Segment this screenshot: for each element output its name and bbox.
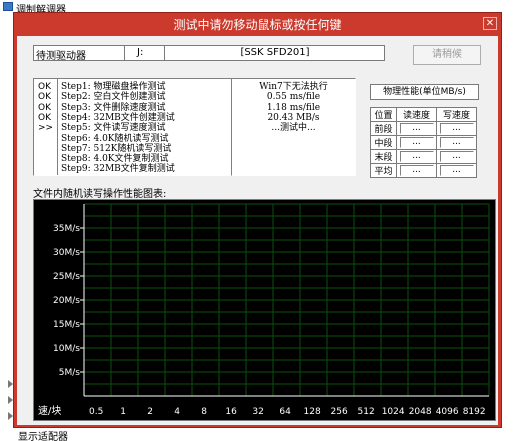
- read-speed-cell: ...: [396, 149, 437, 164]
- cancel-button[interactable]: 请稍候: [413, 45, 481, 65]
- x-tick-label: 2: [147, 407, 153, 417]
- y-tick-label: 20M/s: [53, 296, 80, 306]
- dialog-title: 测试中请勿移动鼠标或按任何键: [173, 18, 342, 32]
- write-speed-cell: ...: [436, 121, 477, 136]
- x-tick-label: 4096: [436, 407, 459, 417]
- value-text: ...: [439, 123, 474, 134]
- result-line: 20.43 MB/s: [267, 112, 320, 123]
- read-speed-cell: ...: [396, 121, 437, 136]
- value-text: ...: [399, 151, 434, 162]
- close-icon: ✕: [485, 18, 495, 29]
- drive-selector-row: 待测驱动器 J: [SSK SFD201]: [33, 45, 385, 62]
- chart-title: 文件内随机读写操作性能图表:: [33, 189, 167, 200]
- value-text: ...: [439, 165, 474, 176]
- x-tick-label: 1: [120, 407, 126, 417]
- row-label: 末段: [370, 149, 397, 164]
- drive-label: 待测驱动器: [36, 51, 86, 62]
- background-device-item: 显示适配器: [0, 426, 516, 441]
- step-name: Step5: 文件读写速度测试: [61, 123, 166, 134]
- value-text: ...: [399, 137, 434, 148]
- perf-table: 位置 读速度 写速度 前段 ... ... 中段 ... ... 末段 ... …: [370, 107, 477, 178]
- close-button[interactable]: ✕: [483, 17, 497, 30]
- table-row: 末段 ... ...: [370, 149, 477, 164]
- step-name: Step1: 物理磁盘操作测试: [61, 82, 166, 92]
- x-tick-label: 16: [225, 407, 237, 417]
- x-tick-label: 2048: [409, 407, 432, 417]
- x-tick-label: 8192: [463, 407, 486, 417]
- x-tick-label: 256: [331, 407, 348, 417]
- table-row: 平均 ... ...: [370, 163, 477, 178]
- table-row: 前段 ... ...: [370, 121, 477, 136]
- background-item-label: 显示适配器: [18, 432, 68, 441]
- step-name: Step8: 4.0K文件复制测试: [61, 154, 169, 165]
- value-text: ...: [399, 123, 434, 134]
- step-name: Step6: 4.0K随机读写测试: [61, 133, 169, 144]
- table-row: 中段 ... ...: [370, 135, 477, 150]
- step-name: Step3: 文件删除速度测试: [61, 102, 166, 113]
- value-text: ...: [399, 165, 434, 176]
- step-name: Step2: 空白文件创建测试: [61, 92, 166, 103]
- y-tick-label: 15M/s: [53, 320, 80, 330]
- y-tick-label: 35M/s: [53, 224, 80, 234]
- y-tick-label: 5M/s: [59, 368, 81, 378]
- x-tick-label: 64: [279, 407, 291, 417]
- x-tick-label: 8: [201, 407, 207, 417]
- x-axis-title: 速/块: [38, 405, 61, 417]
- divider: [57, 79, 58, 175]
- result-line: ...测试中...: [271, 123, 316, 134]
- perf-title: 物理性能(单位MB/s): [370, 84, 479, 100]
- write-speed-cell: ...: [436, 135, 477, 150]
- x-tick-label: 0.5: [89, 407, 103, 417]
- drive-letter: J:: [137, 47, 144, 58]
- x-tick-label: 4: [174, 407, 180, 417]
- table-header-row: 位置 读速度 写速度: [370, 107, 477, 122]
- step-status: OK: [38, 92, 51, 103]
- y-tick-label: 10M/s: [53, 344, 80, 354]
- row-label: 中段: [370, 135, 397, 150]
- drive-model: [SSK SFD201]: [240, 47, 310, 58]
- result-line: 0.55 ms/file: [266, 92, 321, 103]
- value-text: ...: [439, 137, 474, 148]
- step-status: OK: [38, 112, 51, 123]
- read-speed-cell: ...: [396, 163, 437, 178]
- performance-chart: 35M/s 30M/s 25M/s 20M/s 15M/s 10M/s 5M/s 速/块 0.5…: [33, 199, 496, 421]
- value-text: ...: [439, 151, 474, 162]
- x-tick-label: 512: [358, 407, 375, 417]
- write-speed-cell: ...: [436, 149, 477, 164]
- column-header: 位置: [370, 107, 397, 122]
- step-name: Step7: 512K随机读写测试: [61, 143, 172, 154]
- modem-icon: [3, 2, 13, 11]
- result-line: Win7下无法执行: [259, 82, 328, 92]
- x-tick-label: 32: [252, 407, 263, 417]
- title-bar[interactable]: 测试中请勿移动鼠标或按任何键 ✕: [14, 13, 501, 35]
- column-header: 读速度: [396, 107, 437, 122]
- result-line: 1.18 ms/file: [266, 102, 321, 113]
- dialog-client-area: 待测驱动器 J: [SSK SFD201] 请稍候 OK Step1: 物理磁盘操…: [17, 36, 498, 425]
- step-status: OK: [38, 82, 51, 92]
- row-label: 平均: [370, 163, 397, 178]
- chart-canvas: 35M/s 30M/s 25M/s 20M/s 15M/s 10M/s 5M/s 速/块 0.5…: [38, 203, 490, 417]
- y-tick-label: 25M/s: [53, 272, 80, 282]
- x-tick-label: 1024: [382, 407, 405, 417]
- step-name: Step4: 32MB文件创建测试: [61, 112, 175, 123]
- results-panel: Win7下无法执行 0.55 ms/file 1.18 ms/file 20.43 M…: [231, 78, 356, 176]
- divider: [124, 46, 125, 60]
- read-speed-cell: ...: [396, 135, 437, 150]
- step-status: OK: [38, 102, 51, 113]
- write-speed-cell: ...: [436, 163, 477, 178]
- row-label: 前段: [370, 121, 397, 136]
- y-tick-label: 30M/s: [53, 248, 80, 258]
- step-status: >>: [38, 123, 54, 134]
- x-tick-label: 128: [304, 407, 321, 417]
- step-name: Step9: 32MB文件复制测试: [61, 164, 175, 175]
- column-header: 写速度: [436, 107, 477, 122]
- steps-list: OK Step1: 物理磁盘操作测试 OK Step2: 空白文件创建测试 OK Step…: [33, 78, 239, 176]
- divider: [164, 46, 165, 60]
- test-dialog: 测试中请勿移动鼠标或按任何键 ✕ 待测驱动器 J: [SSK SFD201] 请…: [13, 12, 502, 428]
